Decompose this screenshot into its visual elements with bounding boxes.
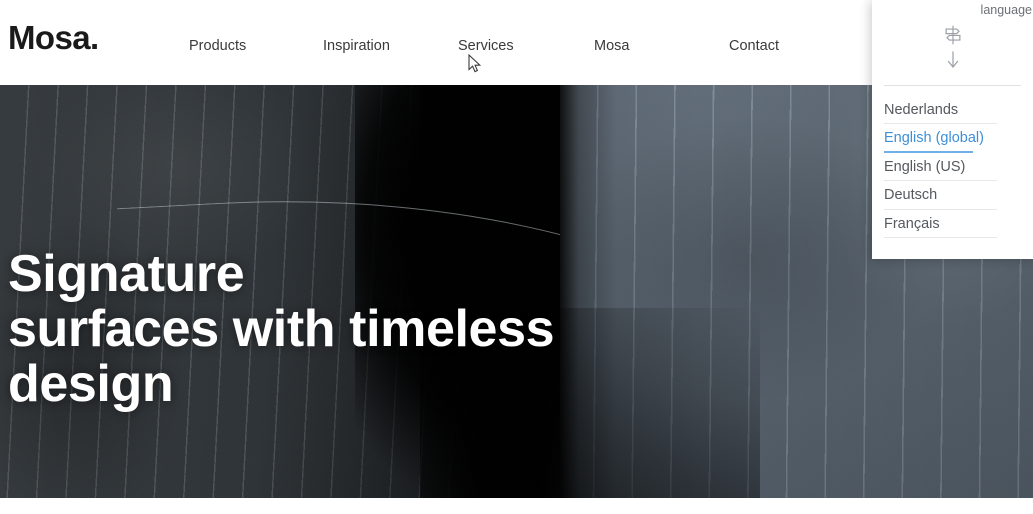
page-root: Signature surfaces with timeless design … <box>0 0 1033 514</box>
nav-item-contact[interactable]: Contact <box>729 39 779 54</box>
language-option-deutsch[interactable]: Deutsch <box>872 181 1033 210</box>
language-option-label: English (global) <box>884 130 984 147</box>
page-bottom-strip <box>0 498 1033 514</box>
language-option-label: Deutsch <box>884 187 938 204</box>
language-dropdown-panel: language Nederlands English (global) Eng… <box>872 0 1033 259</box>
language-option-francais[interactable]: Français <box>872 210 1033 238</box>
nav-item-products[interactable]: Products <box>189 39 246 54</box>
language-option-label: Français <box>884 215 940 232</box>
language-panel-label: language <box>980 3 1032 17</box>
mouse-cursor <box>468 53 482 79</box>
nav-item-mosa[interactable]: Mosa <box>594 39 629 54</box>
language-option-english-us[interactable]: English (US) <box>872 153 1033 182</box>
nav-item-services[interactable]: Services <box>458 39 514 54</box>
option-separator <box>884 236 997 238</box>
nav-item-inspiration[interactable]: Inspiration <box>323 39 390 54</box>
hero-headline: Signature surfaces with timeless design <box>8 245 555 414</box>
language-option-english-global[interactable]: English (global) <box>872 124 1033 153</box>
language-option-label: English (US) <box>884 158 966 175</box>
language-selector-toggle[interactable] <box>872 24 1033 84</box>
signpost-icon <box>942 24 964 46</box>
language-option-list: Nederlands English (global) English (US)… <box>872 96 1033 238</box>
language-panel-divider <box>884 85 1021 86</box>
language-option-nederlands[interactable]: Nederlands <box>872 96 1033 125</box>
language-option-label: Nederlands <box>884 101 959 118</box>
chevron-down-icon <box>945 51 961 69</box>
